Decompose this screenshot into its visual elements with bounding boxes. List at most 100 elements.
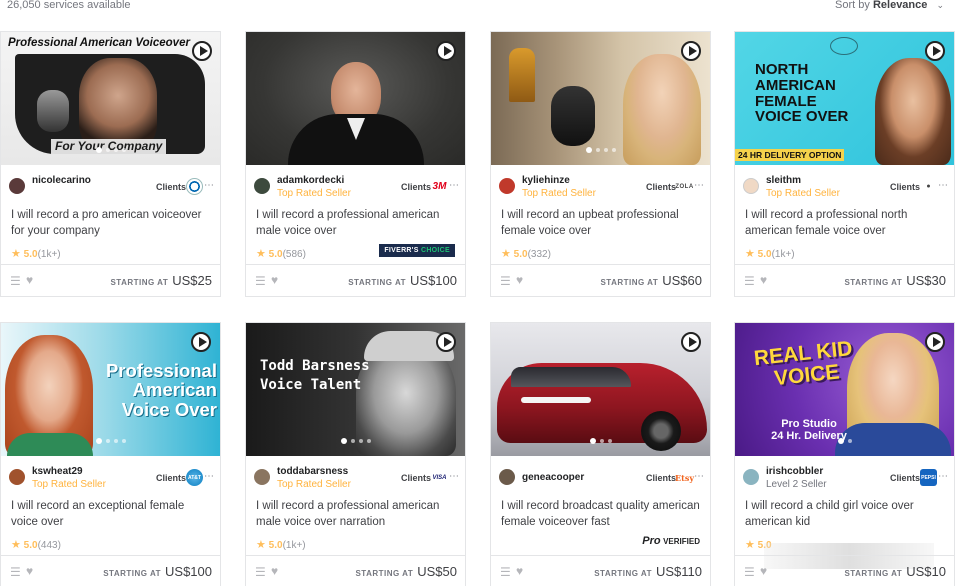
play-icon[interactable] (191, 332, 211, 352)
heart-icon[interactable]: ♥ (516, 564, 523, 578)
more-icon[interactable]: ⋯ (938, 471, 948, 482)
heart-icon[interactable]: ♥ (26, 564, 33, 578)
seller-name[interactable]: irishcobbler (766, 466, 823, 477)
carousel-dots[interactable] (1, 430, 220, 448)
avatar[interactable] (254, 469, 270, 485)
avatar[interactable] (499, 178, 515, 194)
gig-thumbnail[interactable] (246, 32, 465, 165)
card-footer: ☰ ♥ STARTING AT US$30 (735, 264, 954, 296)
play-icon[interactable] (192, 41, 212, 61)
gig-thumbnail[interactable]: Todd Barsness Voice Talent (246, 323, 465, 456)
gig-title[interactable]: I will record an exceptional female voic… (11, 498, 211, 530)
play-icon[interactable] (436, 41, 456, 61)
list-icon[interactable]: ☰ (500, 565, 511, 579)
gig-card[interactable]: Professional American Voiceover For Your… (0, 31, 221, 297)
gig-title[interactable]: I will record a professional north ameri… (745, 207, 945, 239)
list-icon[interactable]: ☰ (10, 565, 21, 579)
heart-icon[interactable]: ♥ (271, 273, 278, 287)
list-icon[interactable]: ☰ (500, 274, 511, 288)
seller-level: Top Rated Seller (277, 188, 351, 199)
gig-thumbnail[interactable] (491, 323, 710, 456)
gig-thumbnail[interactable]: REAL KID VOICE Pro Studio 24 Hr. Deliver… (735, 323, 954, 456)
carousel-dots[interactable] (1, 139, 220, 157)
gig-thumbnail[interactable] (491, 32, 710, 165)
price[interactable]: STARTING AT US$100 (348, 273, 457, 288)
heart-icon[interactable]: ♥ (271, 564, 278, 578)
client-logo-pepsi: PEPSI (920, 469, 937, 486)
avatar[interactable] (743, 178, 759, 194)
gig-card[interactable]: geneacooper Clients Etsy ⋯ I will record… (490, 322, 711, 586)
seller-name[interactable]: kyliehinze (522, 175, 570, 186)
heart-icon[interactable]: ♥ (760, 564, 767, 578)
price[interactable]: STARTING AT US$30 (844, 273, 946, 288)
play-icon[interactable] (925, 41, 945, 61)
seller-name[interactable]: toddabarsness (277, 466, 348, 477)
list-icon[interactable]: ☰ (744, 274, 755, 288)
more-icon[interactable]: ⋯ (694, 471, 704, 482)
heart-icon[interactable]: ♥ (516, 273, 523, 287)
rating-count: (1k+) (771, 249, 795, 260)
gig-card[interactable]: Professional American Voice Over kswheat… (0, 322, 221, 586)
price[interactable]: STARTING AT US$50 (355, 564, 457, 579)
seller-info: geneacooper Clients Etsy ⋯ (499, 466, 704, 492)
gig-title[interactable]: I will record a child girl voice over am… (745, 498, 945, 530)
list-icon[interactable]: ☰ (10, 274, 21, 288)
gig-card[interactable]: REAL KID VOICE Pro Studio 24 Hr. Deliver… (734, 322, 955, 586)
star-icon: ★ (256, 248, 266, 260)
play-icon[interactable] (681, 41, 701, 61)
price[interactable]: STARTING AT US$100 (103, 564, 212, 579)
price[interactable]: STARTING AT US$25 (110, 273, 212, 288)
more-icon[interactable]: ⋯ (938, 180, 948, 191)
price[interactable]: STARTING AT US$60 (600, 273, 702, 288)
list-icon[interactable]: ☰ (255, 565, 266, 579)
more-icon[interactable]: ⋯ (449, 471, 459, 482)
avatar[interactable] (743, 469, 759, 485)
thumbnail-title: Professional American Voiceover (8, 37, 190, 49)
play-icon[interactable] (436, 332, 456, 352)
avatar[interactable] (9, 469, 25, 485)
price-value: US$10 (906, 564, 946, 579)
play-icon[interactable] (681, 332, 701, 352)
gig-title[interactable]: I will record a pro american voiceover f… (11, 207, 211, 239)
price[interactable]: STARTING AT US$10 (844, 564, 946, 579)
sort-dropdown[interactable]: Sort by Relevance ⌄ (835, 0, 944, 11)
more-icon[interactable]: ⋯ (449, 180, 459, 191)
more-icon[interactable]: ⋯ (204, 471, 214, 482)
list-icon[interactable]: ☰ (255, 274, 266, 288)
heart-icon[interactable]: ♥ (760, 273, 767, 287)
more-icon[interactable]: ⋯ (694, 180, 704, 191)
list-icon[interactable]: ☰ (744, 565, 755, 579)
gig-title[interactable]: I will record an upbeat professional fem… (501, 207, 701, 239)
sort-value: Relevance (872, 0, 928, 11)
gig-title[interactable]: I will record a professional american ma… (256, 207, 456, 239)
pro-verified-badge: Pro VERIFIED (642, 535, 700, 547)
seller-name[interactable]: nicolecarino (32, 175, 91, 186)
avatar[interactable] (9, 178, 25, 194)
avatar[interactable] (254, 178, 270, 194)
thumbnail-title: NORTH AMERICAN FEMALE VOICE OVER (755, 61, 849, 126)
gig-card[interactable]: kyliehinze Top Rated Seller Clients ZOLA… (490, 31, 711, 297)
gig-title[interactable]: I will record a professional american ma… (256, 498, 456, 530)
carousel-dots[interactable] (735, 430, 954, 448)
fiverrs-choice-badge: FIVERR'S CHOICE (379, 244, 455, 257)
price[interactable]: STARTING AT US$110 (594, 564, 702, 579)
seller-name[interactable]: adamkordecki (277, 175, 344, 186)
carousel-dots[interactable] (491, 139, 710, 157)
gig-thumbnail[interactable]: Professional American Voice Over (1, 323, 220, 456)
heart-icon[interactable]: ♥ (26, 273, 33, 287)
gig-card[interactable]: NORTH AMERICAN FEMALE VOICE OVER 24 HR D… (734, 31, 955, 297)
gig-title[interactable]: I will record broadcast quality american… (501, 498, 701, 530)
carousel-dots[interactable] (246, 430, 465, 448)
gig-thumbnail[interactable]: NORTH AMERICAN FEMALE VOICE OVER 24 HR D… (735, 32, 954, 165)
seller-name[interactable]: kswheat29 (32, 466, 83, 477)
play-icon[interactable] (925, 332, 945, 352)
gig-card[interactable]: Todd Barsness Voice Talent toddabarsness… (245, 322, 466, 586)
seller-level: Top Rated Seller (766, 188, 840, 199)
more-icon[interactable]: ⋯ (204, 180, 214, 191)
avatar[interactable] (499, 469, 515, 485)
seller-name[interactable]: sleithm (766, 175, 801, 186)
carousel-dots[interactable] (491, 430, 710, 448)
gig-card[interactable]: adamkordecki Top Rated Seller Clients 3M… (245, 31, 466, 297)
seller-name[interactable]: geneacooper (522, 472, 584, 483)
gig-thumbnail[interactable]: Professional American Voiceover For Your… (1, 32, 220, 165)
